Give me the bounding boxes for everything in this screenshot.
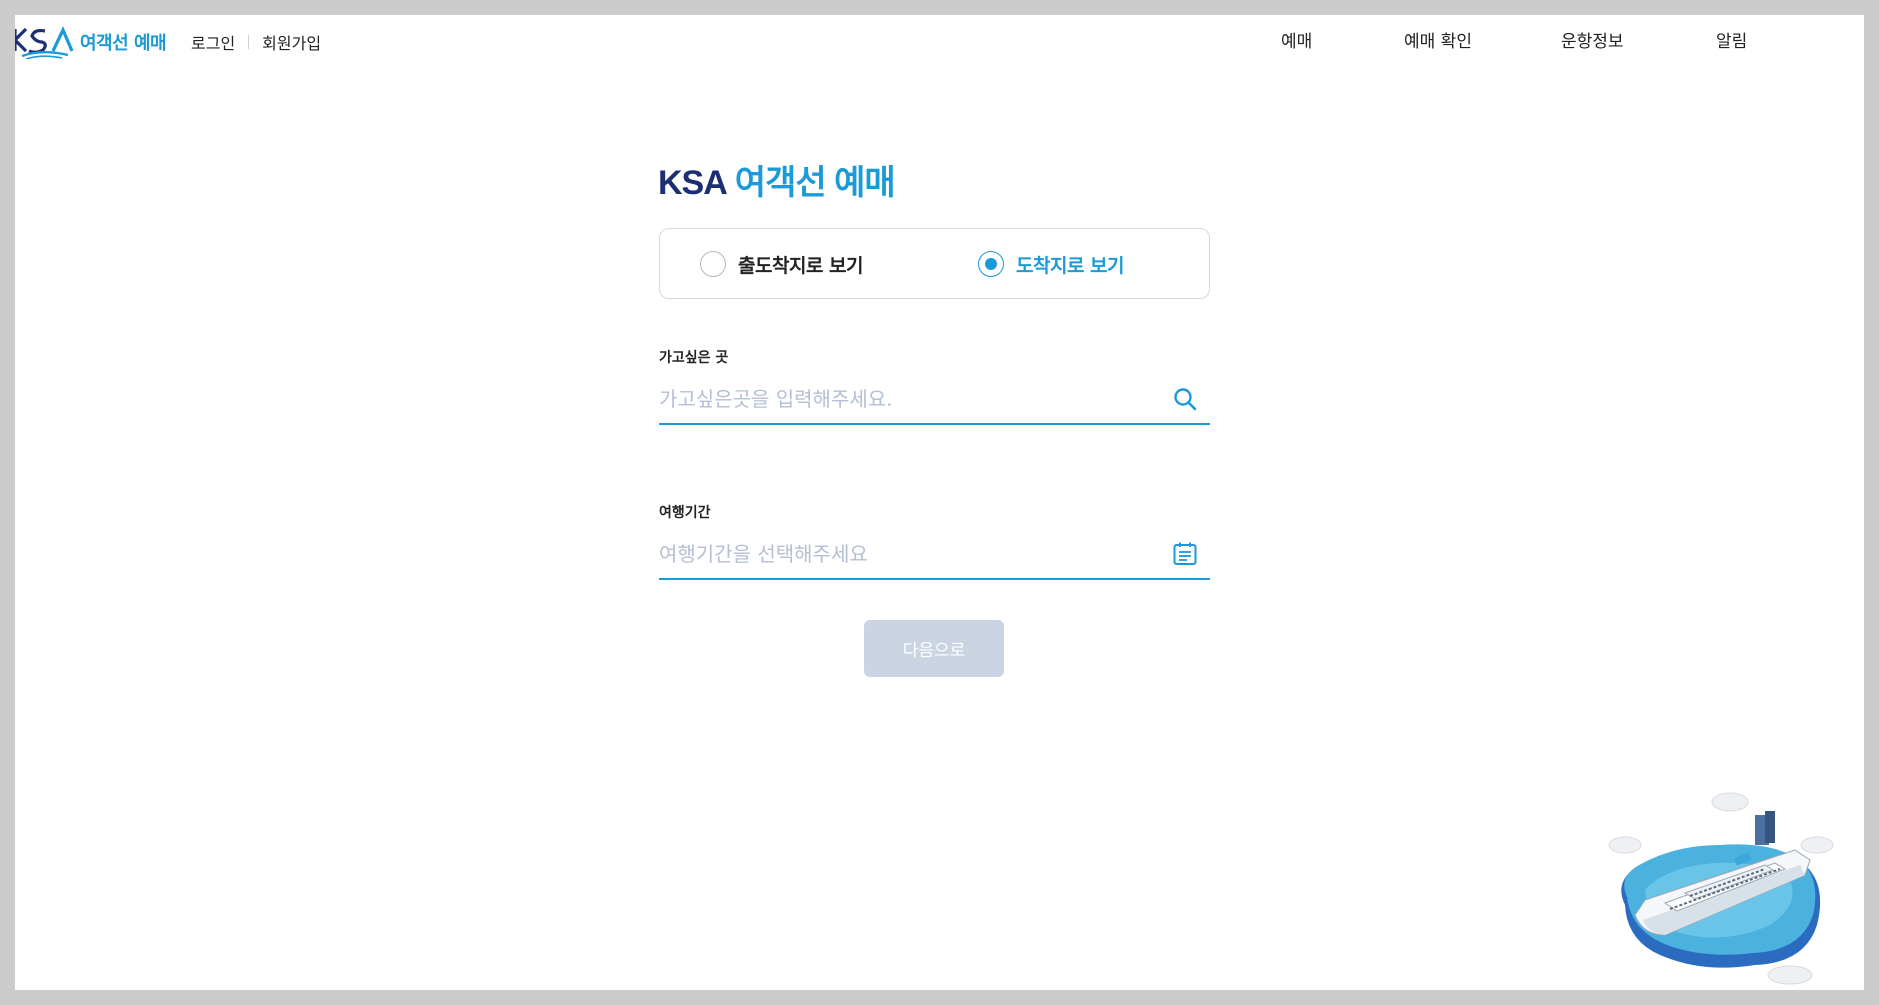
next-button[interactable]: 다음으로 — [864, 620, 1004, 677]
destination-input[interactable] — [659, 377, 1159, 421]
main-nav: 예매 예매 확인 운항정보 알림 — [15, 27, 1864, 52]
page: 여객선 예매 로그인 회원가입 예매 예매 확인 운항정보 알림 KSA 여객선 … — [15, 15, 1864, 990]
ship-illustration-icon — [1608, 792, 1834, 985]
destination-label: 가고싶은 곳 — [659, 350, 729, 366]
radio-label: 도착지로 보기 — [1016, 254, 1125, 277]
nav-item-booking[interactable]: 예매 — [1281, 27, 1312, 52]
period-field — [659, 532, 1210, 580]
radio-circle-checked[interactable] — [978, 251, 1004, 277]
radio-circle[interactable] — [700, 251, 726, 277]
nav-item-notice[interactable]: 알림 — [1716, 27, 1747, 52]
header: 여객선 예매 로그인 회원가입 예매 예매 확인 운항정보 알림 — [15, 15, 1864, 65]
search-icon[interactable] — [1172, 386, 1198, 412]
calendar-icon[interactable] — [1172, 541, 1198, 567]
nav-item-schedule[interactable]: 운항정보 — [1561, 27, 1624, 52]
radio-arrival[interactable]: 도착지로 보기 — [978, 249, 1125, 279]
nav-item-booking-check[interactable]: 예매 확인 — [1404, 27, 1472, 52]
radio-departure-arrival[interactable]: 출도착지로 보기 — [700, 249, 863, 279]
page-title-ksa: KSA — [658, 164, 728, 202]
period-label: 여행기간 — [659, 505, 711, 521]
page-title-service: 여객선 예매 — [734, 164, 896, 202]
period-input[interactable] — [659, 532, 1159, 576]
view-mode-selector: 출도착지로 보기 도착지로 보기 — [659, 228, 1210, 299]
page-title: KSA 여객선 예매 — [658, 155, 896, 204]
radio-label: 출도착지로 보기 — [738, 254, 863, 277]
destination-field — [659, 377, 1210, 425]
